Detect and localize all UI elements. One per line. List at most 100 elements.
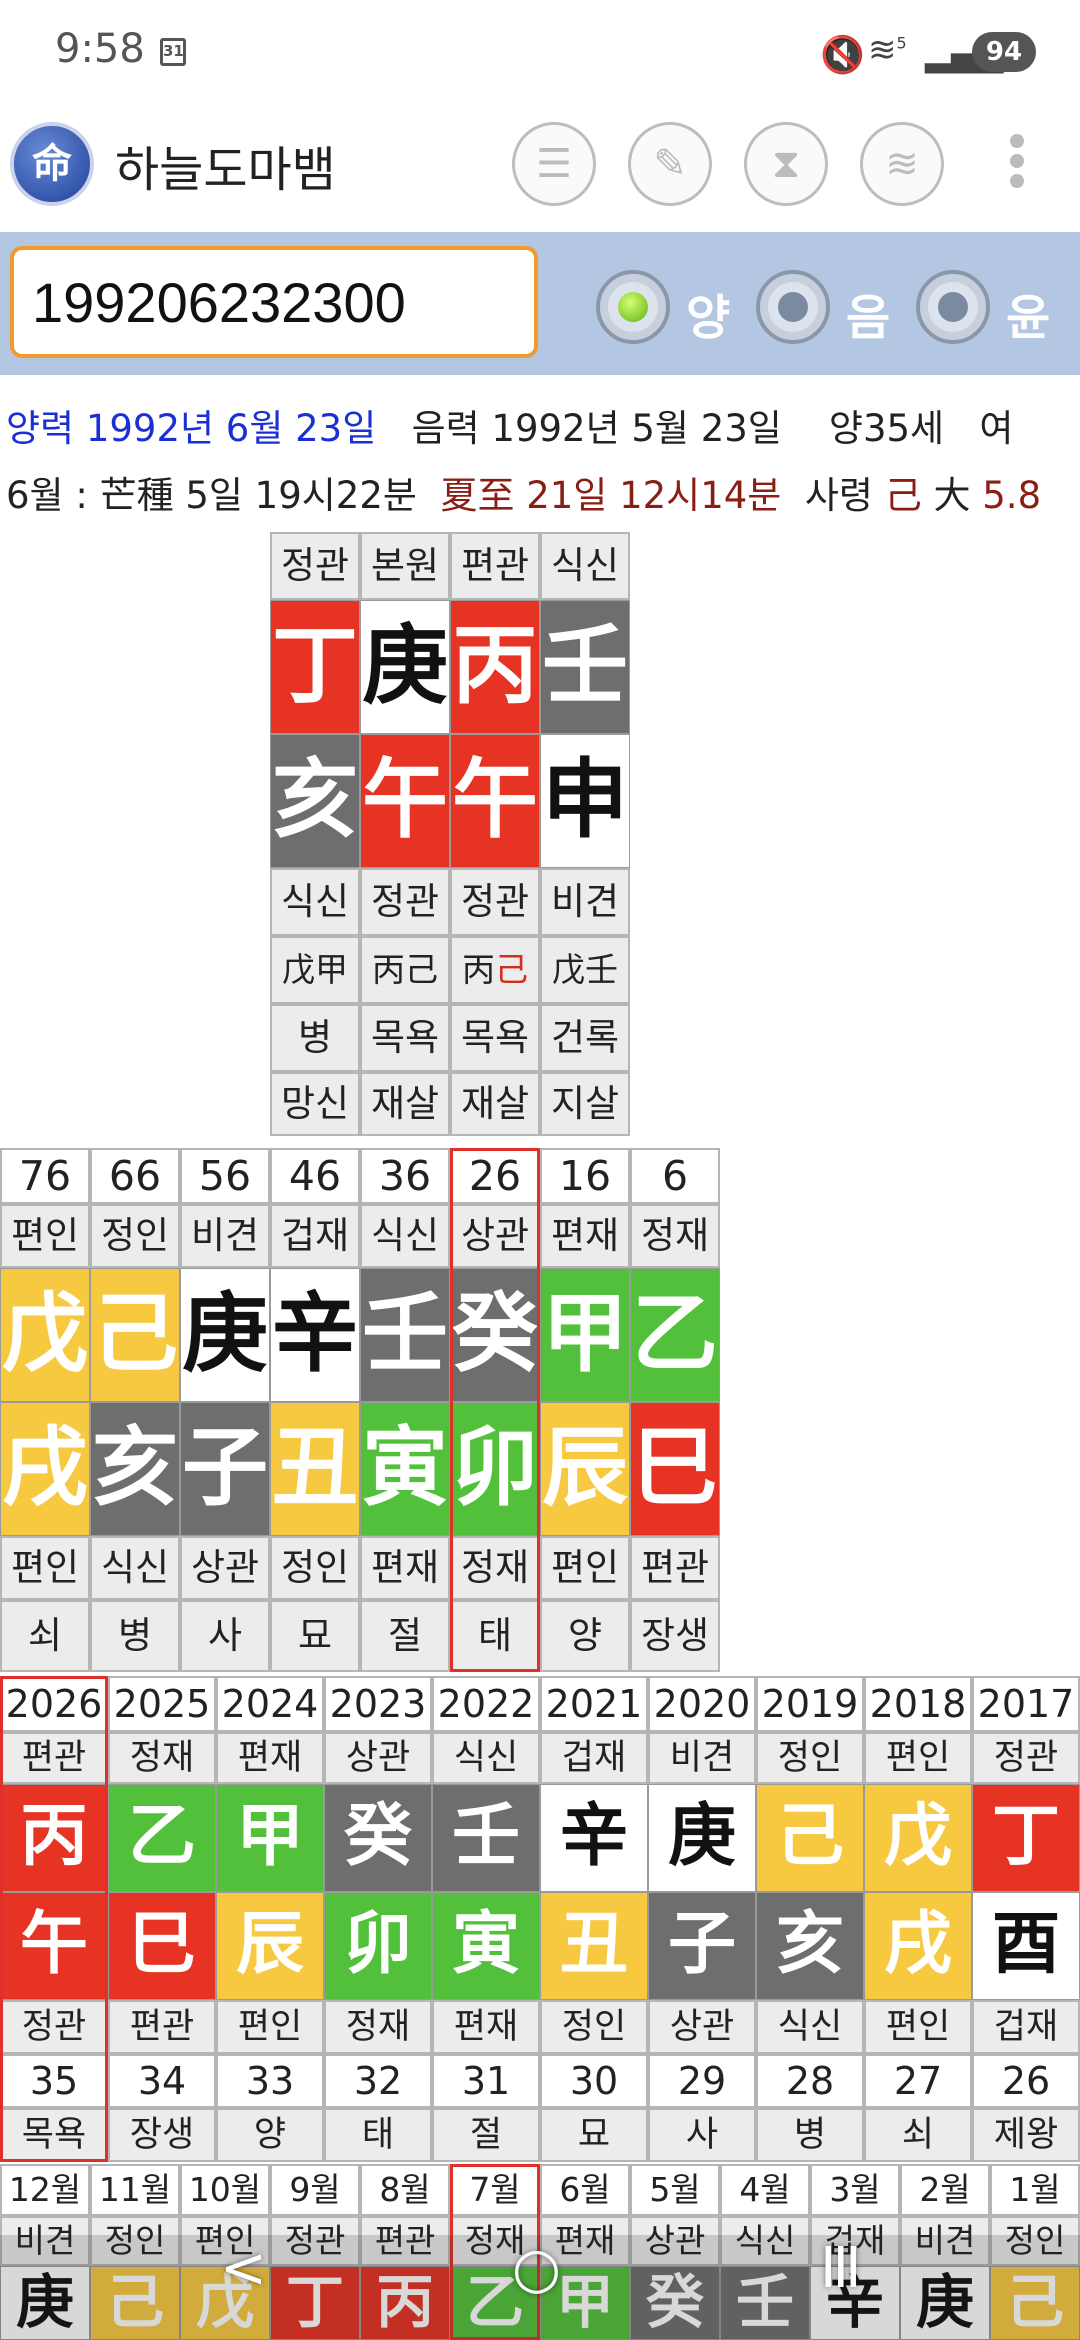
daeun-branch[interactable]: 辰 xyxy=(540,1402,630,1536)
year-stem-label[interactable]: 정인 xyxy=(756,1732,864,1784)
daeun-branch[interactable]: 巳 xyxy=(630,1402,720,1536)
daeun-age[interactable]: 46 xyxy=(270,1148,360,1204)
daeun-stage[interactable]: 묘 xyxy=(270,1600,360,1672)
year-stem[interactable]: 庚 xyxy=(648,1784,756,1892)
daeun-label[interactable]: 정재 xyxy=(630,1204,720,1268)
year-branch[interactable]: 午 xyxy=(0,1892,108,2000)
daeun-stem[interactable]: 庚 xyxy=(180,1268,270,1402)
year-age[interactable]: 32 xyxy=(324,2054,432,2108)
year-number[interactable]: 2023 xyxy=(324,1676,432,1732)
year-branch[interactable]: 丑 xyxy=(540,1892,648,2000)
daeun-stem[interactable]: 乙 xyxy=(630,1268,720,1402)
database-icon[interactable]: ≋ xyxy=(860,122,944,206)
year-number[interactable]: 2018 xyxy=(864,1676,972,1732)
daeun-branch-label[interactable]: 상관 xyxy=(180,1536,270,1600)
app-logo[interactable]: 命 xyxy=(10,122,94,206)
year-branch-label[interactable]: 편인 xyxy=(864,2000,972,2054)
home-button[interactable]: ○ xyxy=(512,2236,561,2301)
month-number[interactable]: 5월 xyxy=(630,2164,720,2216)
year-stem-label[interactable]: 편관 xyxy=(0,1732,108,1784)
daeun-age[interactable]: 76 xyxy=(0,1148,90,1204)
radio-leap[interactable] xyxy=(916,270,990,344)
year-stem-label[interactable]: 편재 xyxy=(216,1732,324,1784)
daeun-branch-label[interactable]: 편인 xyxy=(0,1536,90,1600)
daeun-branch[interactable]: 子 xyxy=(180,1402,270,1536)
daeun-stage[interactable]: 장생 xyxy=(630,1600,720,1672)
month-number[interactable]: 2월 xyxy=(900,2164,990,2216)
month-number[interactable]: 12월 xyxy=(0,2164,90,2216)
radio-lunar[interactable] xyxy=(756,270,830,344)
year-age[interactable]: 27 xyxy=(864,2054,972,2108)
year-age[interactable]: 35 xyxy=(0,2054,108,2108)
year-stage[interactable]: 사 xyxy=(648,2108,756,2162)
year-stem-label[interactable]: 식신 xyxy=(432,1732,540,1784)
daeun-age[interactable]: 16 xyxy=(540,1148,630,1204)
month-number[interactable]: 9월 xyxy=(270,2164,360,2216)
daeun-stem[interactable]: 辛 xyxy=(270,1268,360,1402)
year-stem[interactable]: 戊 xyxy=(864,1784,972,1892)
month-number[interactable]: 6월 xyxy=(540,2164,630,2216)
daeun-branch-label[interactable]: 편인 xyxy=(540,1536,630,1600)
daeun-stem[interactable]: 己 xyxy=(90,1268,180,1402)
daeun-branch-label[interactable]: 정인 xyxy=(270,1536,360,1600)
year-age[interactable]: 30 xyxy=(540,2054,648,2108)
radio-solar[interactable] xyxy=(596,270,670,344)
daeun-stem[interactable]: 壬 xyxy=(360,1268,450,1402)
year-branch[interactable]: 辰 xyxy=(216,1892,324,2000)
daeun-branch[interactable]: 丑 xyxy=(270,1402,360,1536)
daeun-branch-label[interactable]: 편재 xyxy=(360,1536,450,1600)
year-stem[interactable]: 己 xyxy=(756,1784,864,1892)
daeun-branch[interactable]: 寅 xyxy=(360,1402,450,1536)
daeun-stage[interactable]: 쇠 xyxy=(0,1600,90,1672)
year-stem[interactable]: 癸 xyxy=(324,1784,432,1892)
year-branch-label[interactable]: 편인 xyxy=(216,2000,324,2054)
year-number[interactable]: 2020 xyxy=(648,1676,756,1732)
month-number[interactable]: 8월 xyxy=(360,2164,450,2216)
year-branch-label[interactable]: 정인 xyxy=(540,2000,648,2054)
year-stem[interactable]: 乙 xyxy=(108,1784,216,1892)
year-stem-label[interactable]: 편인 xyxy=(864,1732,972,1784)
year-stem-label[interactable]: 정재 xyxy=(108,1732,216,1784)
year-stage[interactable]: 병 xyxy=(756,2108,864,2162)
year-number[interactable]: 2017 xyxy=(972,1676,1080,1732)
daeun-age[interactable]: 66 xyxy=(90,1148,180,1204)
year-number[interactable]: 2025 xyxy=(108,1676,216,1732)
daeun-label[interactable]: 편재 xyxy=(540,1204,630,1268)
year-age[interactable]: 29 xyxy=(648,2054,756,2108)
daeun-age[interactable]: 36 xyxy=(360,1148,450,1204)
daeun-label[interactable]: 비견 xyxy=(180,1204,270,1268)
year-stem[interactable]: 丙 xyxy=(0,1784,108,1892)
month-number[interactable]: 7월 xyxy=(450,2164,540,2216)
month-number[interactable]: 4월 xyxy=(720,2164,810,2216)
year-stage[interactable]: 절 xyxy=(432,2108,540,2162)
daeun-stage[interactable]: 병 xyxy=(90,1600,180,1672)
year-stage[interactable]: 장생 xyxy=(108,2108,216,2162)
month-number[interactable]: 10월 xyxy=(180,2164,270,2216)
month-number[interactable]: 1월 xyxy=(990,2164,1080,2216)
daeun-stage[interactable]: 사 xyxy=(180,1600,270,1672)
year-age[interactable]: 28 xyxy=(756,2054,864,2108)
hourglass-icon[interactable]: ⧗ xyxy=(744,122,828,206)
list-icon[interactable]: ☰ xyxy=(512,122,596,206)
year-stage[interactable]: 양 xyxy=(216,2108,324,2162)
year-branch[interactable]: 亥 xyxy=(756,1892,864,2000)
daeun-label[interactable]: 편인 xyxy=(0,1204,90,1268)
year-number[interactable]: 2021 xyxy=(540,1676,648,1732)
year-stage[interactable]: 제왕 xyxy=(972,2108,1080,2162)
year-stage[interactable]: 쇠 xyxy=(864,2108,972,2162)
year-age[interactable]: 33 xyxy=(216,2054,324,2108)
year-branch-label[interactable]: 정관 xyxy=(0,2000,108,2054)
daeun-stage[interactable]: 절 xyxy=(360,1600,450,1672)
daeun-stem[interactable]: 甲 xyxy=(540,1268,630,1402)
year-branch-label[interactable]: 정재 xyxy=(324,2000,432,2054)
daeun-branch-label[interactable]: 식신 xyxy=(90,1536,180,1600)
year-number[interactable]: 2022 xyxy=(432,1676,540,1732)
year-stem[interactable]: 壬 xyxy=(432,1784,540,1892)
daeun-age[interactable]: 6 xyxy=(630,1148,720,1204)
back-button[interactable]: < xyxy=(220,2236,267,2301)
year-number[interactable]: 2019 xyxy=(756,1676,864,1732)
daeun-label[interactable]: 식신 xyxy=(360,1204,450,1268)
year-stage[interactable]: 목욕 xyxy=(0,2108,108,2162)
year-branch-label[interactable]: 편재 xyxy=(432,2000,540,2054)
daeun-stem[interactable]: 戊 xyxy=(0,1268,90,1402)
